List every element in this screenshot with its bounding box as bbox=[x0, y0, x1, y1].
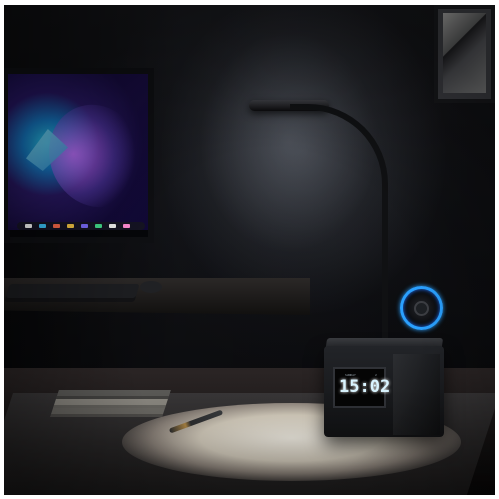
wireless-charger-icon bbox=[400, 286, 443, 330]
book bbox=[53, 399, 168, 408]
picture-art bbox=[443, 13, 486, 93]
monitor-screen bbox=[8, 74, 148, 230]
dock-icon-purple bbox=[81, 224, 88, 228]
clock-display: SUNDAY 2 15:02 bbox=[333, 367, 390, 408]
photo-scene: SUNDAY 2 15:02 bbox=[4, 5, 495, 495]
dock-icon-pink bbox=[123, 224, 130, 228]
book bbox=[50, 408, 166, 417]
lamp-arm bbox=[290, 104, 388, 354]
monitor-dock bbox=[17, 222, 145, 230]
dock-icon-yellow bbox=[67, 224, 74, 228]
mouse bbox=[140, 281, 162, 293]
wall-picture-frame bbox=[434, 5, 495, 103]
clock-time: 15:02 bbox=[339, 377, 391, 397]
dock-icon-green bbox=[95, 224, 102, 228]
dock-icon-blue bbox=[39, 224, 46, 228]
dock-icon-red bbox=[53, 224, 60, 228]
charger-center bbox=[414, 301, 429, 316]
dock-icon-gray bbox=[109, 224, 116, 228]
keyboard bbox=[4, 284, 140, 302]
book bbox=[55, 390, 171, 399]
book-stack bbox=[49, 390, 173, 420]
computer-monitor bbox=[4, 68, 154, 243]
clock-cube-side bbox=[393, 354, 440, 435]
dock-icon-white bbox=[25, 224, 32, 228]
